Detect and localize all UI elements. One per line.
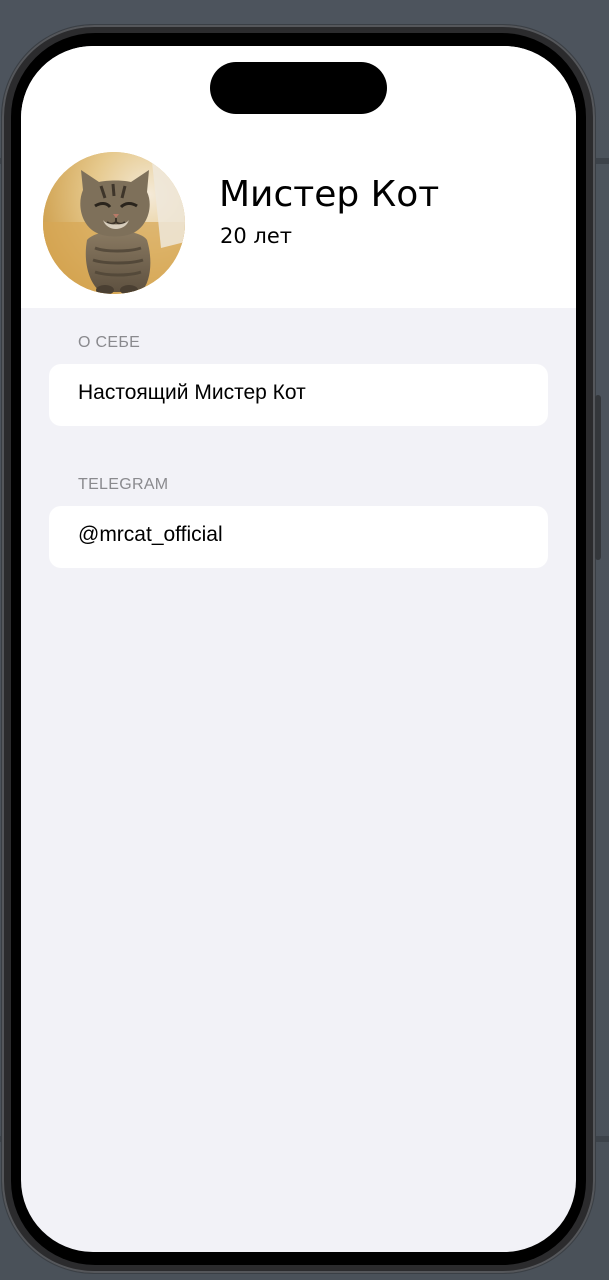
about-cell[interactable]: Настоящий Мистер Кот xyxy=(49,364,548,426)
section-header-about: О СЕБЕ xyxy=(78,334,141,351)
profile-age: 20 лет xyxy=(220,224,292,248)
dynamic-island xyxy=(210,62,387,114)
telegram-cell[interactable]: @mrcat_official xyxy=(49,506,548,568)
profile-name: Мистер Кот xyxy=(219,174,440,215)
profile-screen: Мистер Кот 20 лет О СЕБЕ Настоящий Мисте… xyxy=(21,46,576,1252)
section-header-telegram: TELEGRAM xyxy=(78,476,169,493)
avatar xyxy=(43,152,185,294)
about-value: Настоящий Мистер Кот xyxy=(78,381,306,404)
side-button xyxy=(595,395,601,560)
telegram-handle: @mrcat_official xyxy=(78,523,223,546)
cat-photo-icon xyxy=(43,152,185,294)
